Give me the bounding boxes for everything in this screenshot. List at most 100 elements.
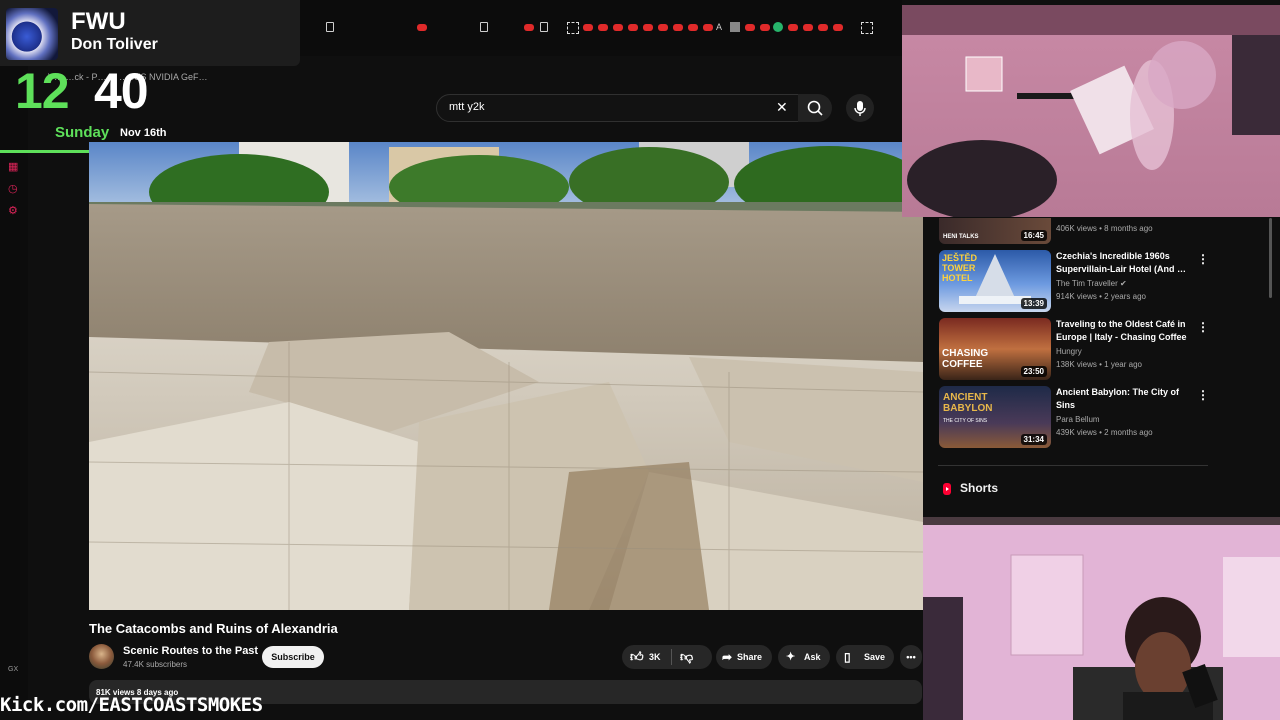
video-title[interactable]: Ancient Babylon: The City of Sins [1056,386,1191,412]
grid-icon[interactable]: ▦ [8,162,19,173]
video-meta: 406K views • 8 months ago [1056,224,1153,233]
share-icon: ➦ [722,650,733,664]
video-player[interactable] [89,142,923,610]
tab-translate-icon[interactable]: A [716,22,726,32]
channel-label: The Tim Traveller [1056,279,1118,288]
channel-name[interactable]: Hungry [1056,347,1082,356]
video-thumbnail[interactable]: CHASING COFFEE 23:50 [939,318,1051,380]
more-icon: ••• [906,652,916,662]
settings-icon[interactable]: ⚙ [8,206,19,217]
thumbnail-text: HENI TALKS [943,234,979,240]
duration-badge: 13:39 [1020,298,1047,309]
list-item[interactable]: CHASING COFFEE 23:50 Traveling to the Ol… [939,318,1229,380]
tab-youtube-icon[interactable] [833,24,843,31]
shorts-heading: Shorts [960,481,999,495]
channel-name[interactable]: The Tim Traveller ✔ [1056,279,1127,288]
voice-search-button[interactable] [846,94,874,122]
like-count[interactable]: 3K [649,645,661,669]
stream-url-banner: Kick.com/EASTCOASTSMOKES [0,694,263,716]
microphone-icon [854,101,866,116]
more-vert-icon[interactable]: ⋮ [1197,252,1209,266]
thumbnail-text: CHASING COFFEE [942,348,989,370]
list-item[interactable]: JEŠTĚD TOWER HOTEL 13:39 Czechia's Incre… [939,250,1229,312]
clear-search-icon[interactable]: ✕ [776,99,788,116]
video-thumbnail[interactable]: JEŠTĚD TOWER HOTEL 13:39 [939,250,1051,312]
webcam-desk-image [902,5,1280,217]
channel-name[interactable]: Scenic Routes to the Past [123,645,258,657]
gx-label: GX [8,666,19,673]
history-icon[interactable]: ◷ [8,184,19,195]
save-button[interactable]: ▯ Save [836,645,894,669]
thumbnail-subtext: THE CITY OF SINS [943,418,988,424]
tab-youtube-icon[interactable] [688,24,698,31]
search-button[interactable] [798,94,832,122]
thumbs-up-icon[interactable]: 👍︎ [630,645,644,669]
tab-green-icon[interactable] [773,22,783,32]
divider [671,649,672,665]
ask-button[interactable]: ✦ Ask [778,645,830,669]
tab-doc-icon[interactable] [326,22,334,32]
video-frame-ruins [89,142,923,610]
video-title[interactable]: Czechia's Incredible 1960s Supervillain-… [1056,250,1191,276]
tab-youtube-icon[interactable] [760,24,770,31]
tab-gray-icon[interactable] [730,22,740,32]
tab-youtube-icon[interactable] [658,24,668,31]
video-meta: 138K views • 1 year ago [1056,360,1142,369]
thumbs-down-icon[interactable]: 👎︎ [680,645,693,669]
tab-youtube-icon[interactable] [583,24,593,31]
list-item[interactable]: HENI TALKS 16:45 406K views • 8 months a… [939,218,1229,244]
share-label: Share [737,652,763,662]
channel-name[interactable]: Para Bellum [1056,415,1100,424]
divider [938,465,1208,466]
video-thumbnail[interactable]: ANCIENT BABYLON THE CITY OF SINS 31:34 [939,386,1051,448]
video-title[interactable]: Traveling to the Oldest Café in Europe |… [1056,318,1191,344]
more-actions-button[interactable]: ••• [900,645,922,669]
clock-date: Nov 16th [120,127,167,139]
tab-youtube-icon[interactable] [803,24,813,31]
now-playing-artist: Don Toliver [71,36,158,53]
sparkle-icon: ✦ [786,651,796,663]
video-meta: 914K views • 2 years ago [1056,292,1146,301]
share-button[interactable]: ➦ Share [716,645,772,669]
tab-doc-icon[interactable] [540,22,548,32]
tab-youtube-icon[interactable] [417,24,427,31]
album-art [6,8,58,60]
search-input[interactable] [447,100,751,114]
now-playing-title: FWU [71,8,126,35]
video-meta: 439K views • 2 months ago [1056,428,1153,437]
tab-youtube-icon[interactable] [613,24,623,31]
tab-grid-icon[interactable] [861,22,873,34]
tab-youtube-icon[interactable] [598,24,608,31]
tab-youtube-icon[interactable] [673,24,683,31]
subscribe-button[interactable]: Subscribe [262,646,324,668]
more-vert-icon[interactable]: ⋮ [1197,388,1209,402]
clock-day: Sunday [55,124,110,141]
tab-youtube-icon[interactable] [703,24,713,31]
duration-badge: 16:45 [1020,230,1047,241]
clock-hour: 12 [15,63,70,119]
tab-youtube-icon[interactable] [628,24,638,31]
tab-youtube-icon[interactable] [524,24,534,31]
more-vert-icon[interactable]: ⋮ [1197,320,1209,334]
search-icon [807,100,823,116]
browser-sidebar: ▦ ◷ ⚙ GX [0,60,28,700]
tab-youtube-icon[interactable] [818,24,828,31]
subscriber-count: 47.4K subscribers [123,660,188,669]
tab-youtube-icon[interactable] [643,24,653,31]
tab-doc-icon[interactable] [480,22,488,32]
ask-label: Ask [804,652,821,662]
video-title: The Catacombs and Ruins of Alexandria [89,621,338,636]
webcam-person-image [923,517,1280,720]
thumbnail-text: JEŠTĚD TOWER HOTEL [942,253,978,283]
list-item[interactable]: ANCIENT BABYLON THE CITY OF SINS 31:34 A… [939,386,1229,448]
sidebar-scrollbar[interactable] [1269,218,1272,298]
search-box[interactable] [436,94,800,122]
webcam-desk-view [902,5,1280,217]
tab-youtube-icon[interactable] [745,24,755,31]
webcam-face-view [923,517,1280,720]
tab-youtube-icon[interactable] [788,24,798,31]
tab-grid-icon[interactable] [567,22,579,34]
video-thumbnail[interactable]: HENI TALKS 16:45 [939,218,1051,244]
channel-avatar[interactable] [89,644,114,669]
save-label: Save [864,652,886,662]
